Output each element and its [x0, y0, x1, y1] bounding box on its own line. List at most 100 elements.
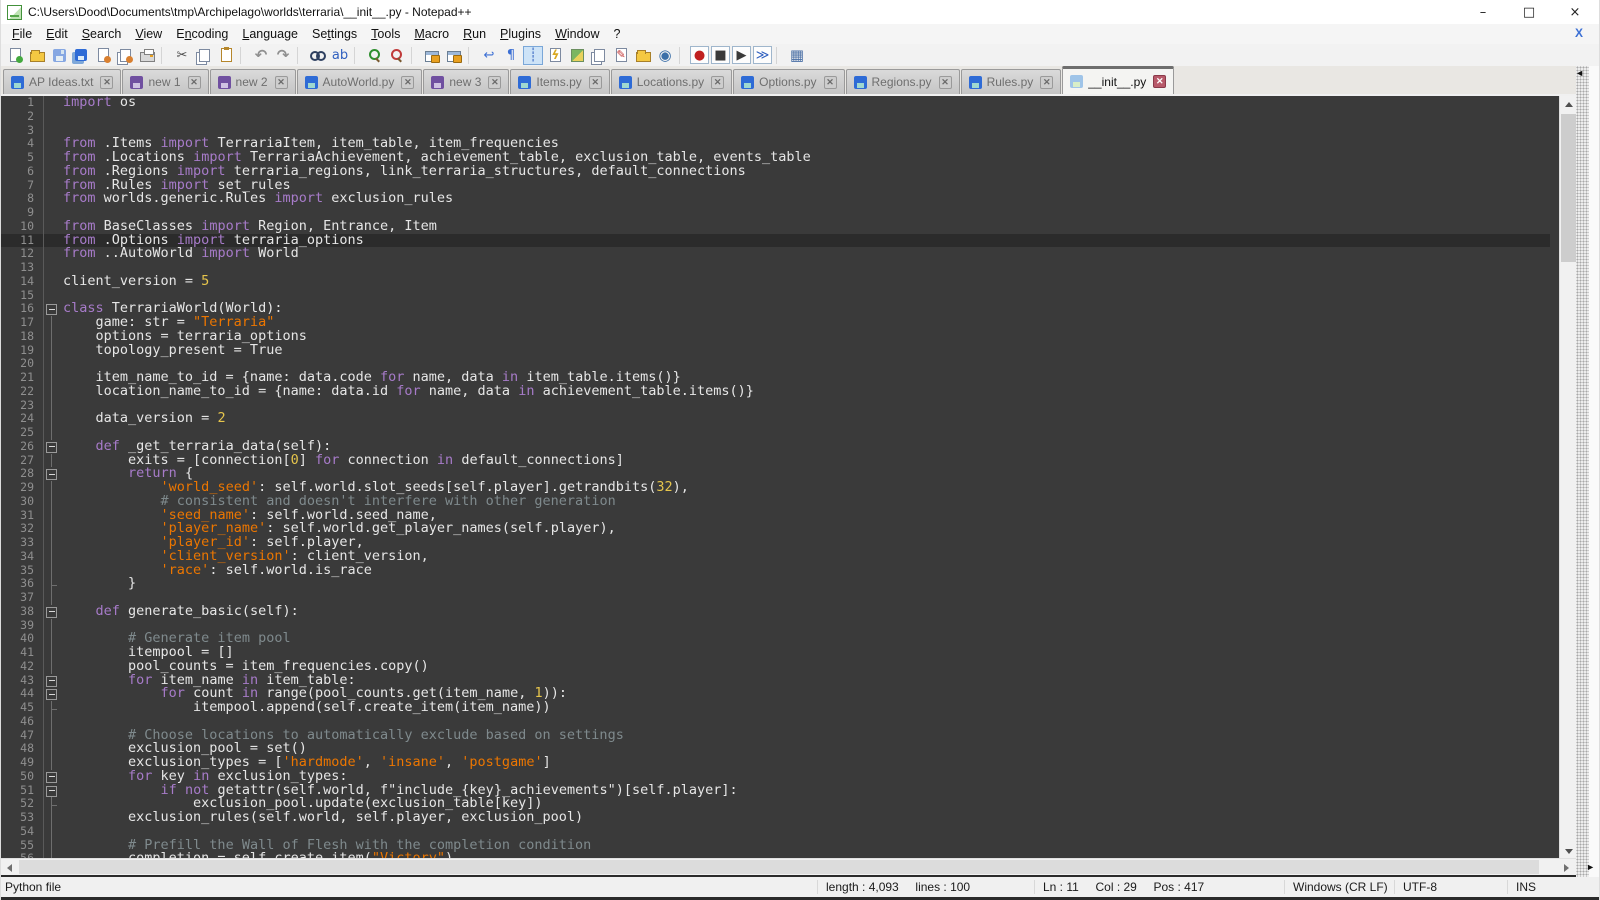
menu-run[interactable]: Run — [456, 25, 493, 43]
new-file-icon[interactable] — [5, 46, 25, 65]
code-line-8[interactable]: 8from worlds.generic.Rules import exclus… — [1, 192, 1550, 206]
menu-file[interactable]: File — [5, 25, 39, 43]
macro-play-icon[interactable]: ▶ — [732, 46, 751, 64]
tab-close-icon[interactable]: ✕ — [589, 76, 602, 89]
edit-marker-icon[interactable] — [611, 46, 631, 65]
tab-close-icon[interactable]: ✕ — [1153, 75, 1166, 88]
tab-options-py[interactable]: Options.py✕ — [733, 69, 844, 94]
tab-locations-py[interactable]: Locations.py✕ — [611, 69, 732, 94]
code-line-36[interactable]: 36 } — [1, 577, 1550, 591]
code-line-13[interactable]: 13 — [1, 261, 1550, 275]
macro-record-icon[interactable]: ● — [690, 46, 709, 64]
indent-guide-icon[interactable]: ┊ — [523, 46, 543, 65]
menu-edit[interactable]: Edit — [39, 25, 75, 43]
editor[interactable]: 1import os234from .Items import Terraria… — [1, 96, 1599, 858]
close-button[interactable]: × — [1567, 5, 1583, 20]
tab-close-icon[interactable]: ✕ — [275, 76, 288, 89]
doc-map-icon[interactable] — [567, 46, 587, 65]
code-line-23[interactable]: 23 — [1, 399, 1550, 413]
menu-plugins[interactable]: Plugins — [493, 25, 548, 43]
save-icon[interactable] — [49, 46, 69, 65]
tab-items-py[interactable]: Items.py✕ — [510, 69, 609, 94]
redo-icon[interactable]: ↷ — [273, 46, 293, 65]
folder-as-workspace-icon[interactable] — [633, 46, 653, 65]
splitter-arrow-right-icon[interactable]: ► — [1586, 862, 1595, 872]
monitoring-icon[interactable]: ◉ — [655, 46, 675, 65]
status-insert-mode[interactable]: INS — [1507, 880, 1599, 894]
splitter-arrow-left-icon[interactable]: ◄ — [1575, 68, 1584, 78]
cut-icon[interactable]: ✂ — [172, 46, 192, 65]
print-icon[interactable] — [137, 46, 157, 65]
save-all-icon[interactable] — [71, 46, 91, 65]
menubar-close-icon[interactable]: X — [1575, 26, 1583, 40]
menu-tools[interactable]: Tools — [364, 25, 407, 43]
tab-close-icon[interactable]: ✕ — [711, 76, 724, 89]
tab-autoworld-py[interactable]: AutoWorld.py✕ — [297, 69, 423, 94]
close-all-icon[interactable] — [115, 46, 135, 65]
tab-close-icon[interactable]: ✕ — [488, 76, 501, 89]
tab-close-icon[interactable]: ✕ — [100, 76, 113, 89]
panel-splitter[interactable] — [1576, 66, 1589, 877]
scroll-up-arrow-icon[interactable] — [1560, 96, 1577, 112]
tab-rules-py[interactable]: Rules.py✕ — [961, 69, 1062, 94]
open-folder-icon[interactable] — [27, 46, 47, 65]
minimize-button[interactable]: – — [1475, 5, 1491, 20]
menu-settings[interactable]: Settings — [305, 25, 364, 43]
code-line-24[interactable]: 24 data_version = 2 — [1, 412, 1550, 426]
code-line-1[interactable]: 1import os — [1, 96, 1550, 110]
menu-encoding[interactable]: Encoding — [169, 25, 235, 43]
status-eol-format[interactable]: Windows (CR LF) — [1284, 880, 1394, 894]
tab-close-icon[interactable]: ✕ — [1040, 76, 1053, 89]
fold-toggle-icon[interactable] — [43, 687, 58, 701]
code-line-27[interactable]: 27 exits = [connection[0] for connection… — [1, 454, 1550, 468]
maximize-button[interactable]: □ — [1521, 5, 1537, 20]
sync-vertical-scroll-icon[interactable] — [422, 46, 442, 65]
menu-window[interactable]: Window — [548, 25, 606, 43]
tab-regions-py[interactable]: Regions.py✕ — [846, 69, 960, 94]
fold-toggle-icon[interactable] — [43, 467, 58, 481]
macro-run-multi-icon[interactable]: ≫ — [753, 46, 772, 64]
tab-new-3[interactable]: new 3✕ — [423, 69, 509, 94]
status-encoding[interactable]: UTF-8 — [1394, 880, 1507, 894]
horizontal-scrollbar[interactable] — [1, 858, 1599, 875]
tab-close-icon[interactable]: ✕ — [939, 76, 952, 89]
word-wrap-icon[interactable]: ↩ — [479, 46, 499, 65]
doc-switcher-icon[interactable] — [589, 46, 609, 65]
tab-close-icon[interactable]: ✕ — [824, 76, 837, 89]
close-icon[interactable] — [93, 46, 113, 65]
sync-horizontal-scroll-icon[interactable] — [444, 46, 464, 65]
fold-toggle-icon[interactable] — [43, 770, 58, 784]
macro-stop-icon[interactable]: ■ — [711, 46, 730, 64]
menu-macro[interactable]: Macro — [407, 25, 456, 43]
horizontal-scrollbar-thumb[interactable] — [19, 860, 1539, 874]
copy-icon[interactable] — [194, 46, 214, 65]
code-line-12[interactable]: 12from ..AutoWorld import World — [1, 247, 1550, 261]
tab--init-py[interactable]: __init__.py✕ — [1062, 66, 1174, 94]
replace-icon[interactable]: ab — [330, 46, 350, 65]
fold-toggle-icon[interactable] — [43, 605, 58, 619]
vertical-scrollbar[interactable] — [1559, 96, 1576, 858]
code-line-2[interactable]: 2 — [1, 110, 1550, 124]
code-line-53[interactable]: 53 exclusion_rules(self.world, self.play… — [1, 811, 1550, 825]
code-line-14[interactable]: 14client_version = 5 — [1, 275, 1550, 289]
tab-close-icon[interactable]: ✕ — [401, 76, 414, 89]
function-list-icon[interactable] — [545, 46, 565, 65]
code-line-19[interactable]: 19 topology_present = True — [1, 344, 1550, 358]
code-line-35[interactable]: 35 'race': self.world.is_race — [1, 564, 1550, 578]
tab-new-2[interactable]: new 2✕ — [210, 69, 296, 94]
vertical-scrollbar-thumb[interactable] — [1561, 114, 1576, 262]
macro-save-icon[interactable]: ▦ — [787, 46, 807, 65]
zoom-out-icon[interactable] — [387, 46, 407, 65]
fold-toggle-icon[interactable] — [43, 784, 58, 798]
fold-toggle-icon[interactable] — [43, 440, 58, 454]
tab-new-1[interactable]: new 1✕ — [122, 69, 208, 94]
scroll-down-arrow-icon[interactable] — [1560, 842, 1577, 858]
code-line-22[interactable]: 22 location_name_to_id = {name: data.id … — [1, 385, 1550, 399]
menu-language[interactable]: Language — [235, 25, 305, 43]
find-icon[interactable] — [308, 46, 328, 65]
show-all-chars-icon[interactable]: ¶ — [501, 46, 521, 65]
menu-view[interactable]: View — [128, 25, 169, 43]
menu-search[interactable]: Search — [75, 25, 129, 43]
code-line-45[interactable]: 45 itempool.append(self.create_item(item… — [1, 701, 1550, 715]
fold-toggle-icon[interactable] — [43, 674, 58, 688]
